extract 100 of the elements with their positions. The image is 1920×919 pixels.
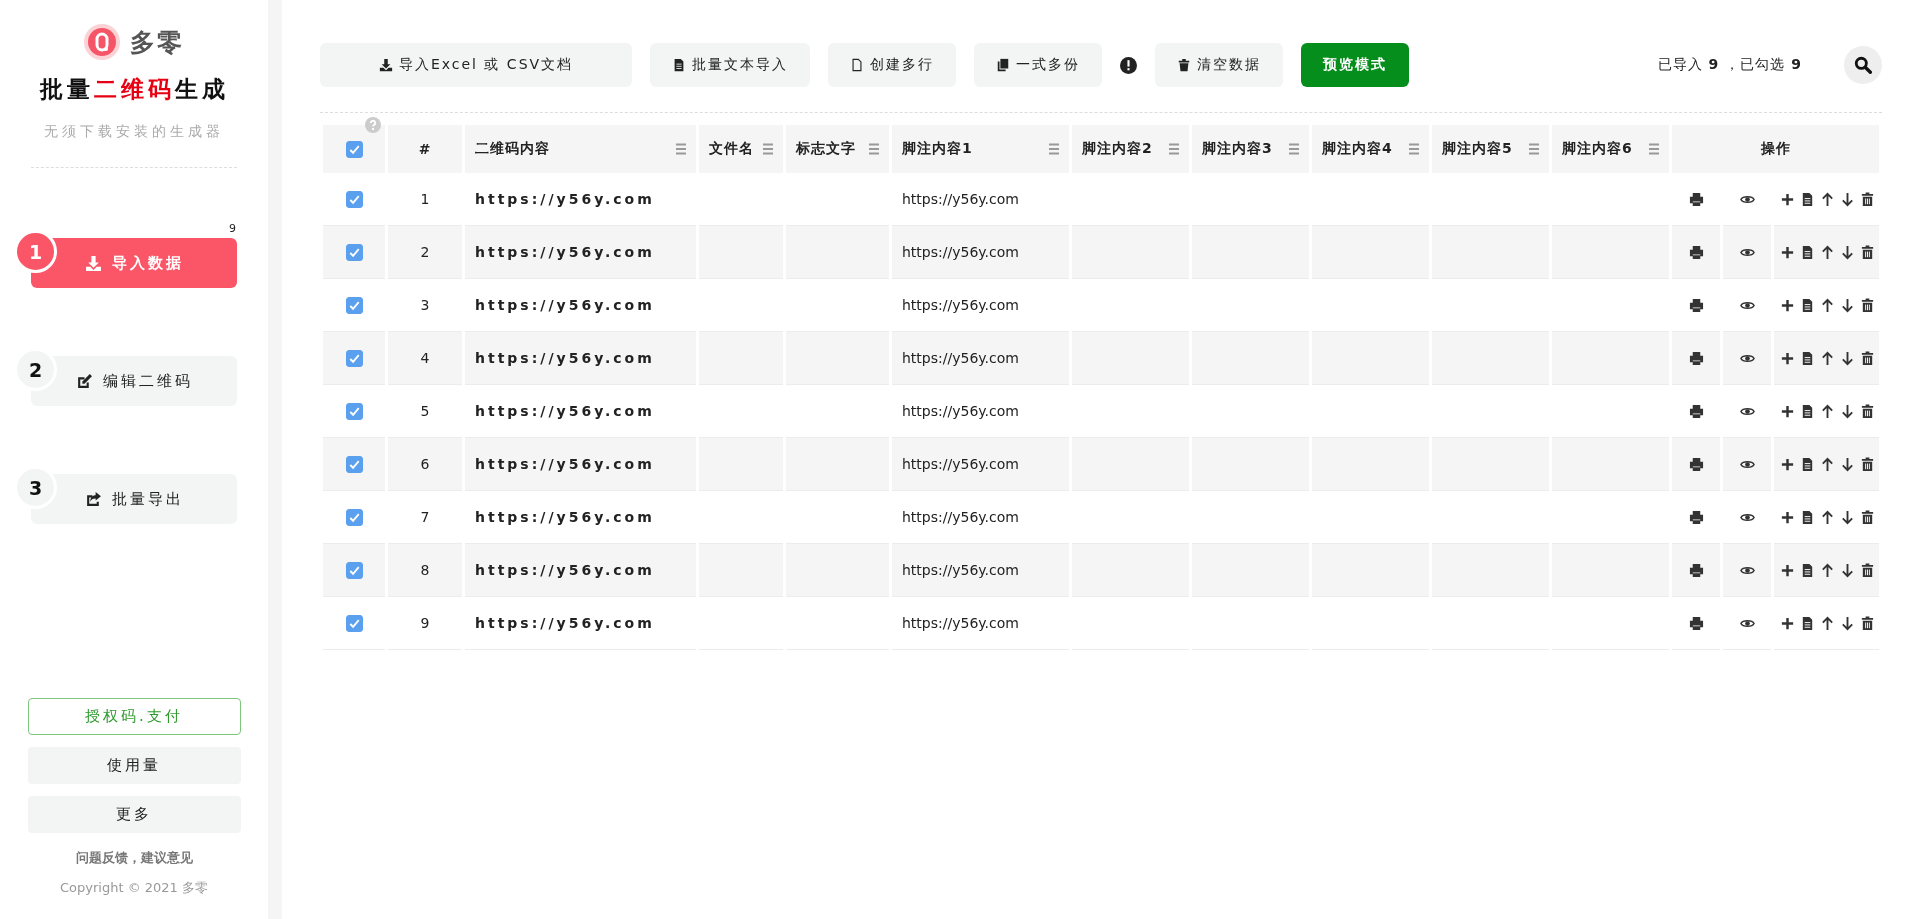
add-icon[interactable] <box>1780 298 1795 314</box>
alert-icon[interactable] <box>1120 56 1137 74</box>
menu-icon[interactable] <box>869 143 879 155</box>
print-icon[interactable] <box>1688 192 1704 208</box>
arrow-up-icon[interactable] <box>1820 563 1835 579</box>
trash-icon[interactable] <box>1860 457 1875 473</box>
arrow-up-icon[interactable] <box>1820 616 1835 632</box>
row-checkbox[interactable] <box>345 455 363 473</box>
row-checkbox[interactable] <box>345 243 363 261</box>
arrow-down-icon[interactable] <box>1840 457 1855 473</box>
preview-button[interactable]: 预览模式 <box>1301 43 1409 87</box>
row-checkbox[interactable] <box>345 508 363 526</box>
add-icon[interactable] <box>1780 404 1795 420</box>
add-icon[interactable] <box>1780 457 1795 473</box>
license-button[interactable]: 授权码.支付 <box>27 698 241 735</box>
arrow-up-icon[interactable] <box>1820 457 1835 473</box>
imported-count: 9 <box>1708 56 1720 74</box>
toolbar-button[interactable]: 导入Excel 或 CSV文档 <box>320 43 632 87</box>
document-icon[interactable] <box>1800 510 1815 526</box>
add-icon[interactable] <box>1780 192 1795 208</box>
toolbar-button[interactable]: 创建多行 <box>828 43 956 87</box>
trash-icon[interactable] <box>1860 563 1875 579</box>
arrow-down-icon[interactable] <box>1840 245 1855 261</box>
row-checkbox[interactable] <box>345 190 363 208</box>
print-icon[interactable] <box>1688 404 1704 420</box>
add-icon[interactable] <box>1780 563 1795 579</box>
toolbar-button[interactable]: 清空数据 <box>1155 43 1283 87</box>
usage-button[interactable]: 使用量 <box>27 747 241 784</box>
arrow-down-icon[interactable] <box>1840 404 1855 420</box>
print-icon[interactable] <box>1688 563 1704 579</box>
file-icon <box>850 58 864 72</box>
document-icon[interactable] <box>1800 404 1815 420</box>
row-checkbox[interactable] <box>345 561 363 579</box>
menu-icon[interactable] <box>676 143 686 155</box>
print-icon[interactable] <box>1688 298 1704 314</box>
menu-icon[interactable] <box>763 143 773 155</box>
document-icon[interactable] <box>1800 298 1815 314</box>
document-icon <box>672 58 686 72</box>
arrow-up-icon[interactable] <box>1820 510 1835 526</box>
app-title: 批量二维码生成 <box>39 75 229 104</box>
add-icon[interactable] <box>1780 351 1795 367</box>
trash-icon[interactable] <box>1860 616 1875 632</box>
qr-content-cell: https://y56y.com <box>475 350 655 366</box>
arrow-up-icon[interactable] <box>1820 404 1835 420</box>
add-icon[interactable] <box>1780 510 1795 526</box>
more-button[interactable]: 更多 <box>27 796 241 833</box>
search-button[interactable] <box>1844 46 1882 84</box>
document-icon[interactable] <box>1800 351 1815 367</box>
menu-icon[interactable] <box>1049 143 1059 155</box>
print-icon[interactable] <box>1688 616 1704 632</box>
select-all-checkbox[interactable] <box>345 140 363 158</box>
row-number: 2 <box>420 244 430 260</box>
toolbar-button[interactable]: 批量文本导入 <box>650 43 810 87</box>
print-icon[interactable] <box>1688 351 1704 367</box>
arrow-up-icon[interactable] <box>1820 245 1835 261</box>
trash-icon[interactable] <box>1860 351 1875 367</box>
row-checkbox[interactable] <box>345 296 363 314</box>
trash-icon[interactable] <box>1860 510 1875 526</box>
arrow-down-icon[interactable] <box>1840 563 1855 579</box>
document-icon[interactable] <box>1800 192 1815 208</box>
column-header: 脚注内容6 <box>1562 140 1633 158</box>
arrow-down-icon[interactable] <box>1840 298 1855 314</box>
arrow-up-icon[interactable] <box>1820 351 1835 367</box>
menu-icon[interactable] <box>1529 143 1539 155</box>
footnote-cell: https://y56y.com <box>902 509 1019 525</box>
print-icon[interactable] <box>1688 245 1704 261</box>
row-checkbox[interactable] <box>345 349 363 367</box>
arrow-down-icon[interactable] <box>1840 510 1855 526</box>
arrow-down-icon[interactable] <box>1840 351 1855 367</box>
add-icon[interactable] <box>1780 245 1795 261</box>
toolbar-button[interactable]: 一式多份 <box>974 43 1102 87</box>
checked-count: 9 <box>1791 56 1802 74</box>
row-number: 5 <box>420 403 430 419</box>
print-icon[interactable] <box>1688 457 1704 473</box>
document-icon[interactable] <box>1800 563 1815 579</box>
arrow-down-icon[interactable] <box>1840 192 1855 208</box>
menu-icon[interactable] <box>1289 143 1299 155</box>
print-icon[interactable] <box>1688 510 1704 526</box>
document-icon[interactable] <box>1800 457 1815 473</box>
row-checkbox[interactable] <box>345 614 363 632</box>
arrow-up-icon[interactable] <box>1820 298 1835 314</box>
menu-icon[interactable] <box>1649 143 1659 155</box>
add-icon[interactable] <box>1780 616 1795 632</box>
menu-icon[interactable] <box>1169 143 1179 155</box>
row-number: 7 <box>420 509 430 525</box>
feedback-link[interactable]: 问题反馈，建议意见 <box>75 849 193 867</box>
trash-icon[interactable] <box>1860 404 1875 420</box>
menu-icon[interactable] <box>1409 143 1419 155</box>
step-number: 1 <box>14 230 57 273</box>
footnote-cell: https://y56y.com <box>902 562 1019 578</box>
trash-icon[interactable] <box>1860 298 1875 314</box>
arrow-up-icon[interactable] <box>1820 192 1835 208</box>
document-icon[interactable] <box>1800 616 1815 632</box>
trash-icon[interactable] <box>1860 192 1875 208</box>
arrow-down-icon[interactable] <box>1840 616 1855 632</box>
qr-content-cell: https://y56y.com <box>475 191 655 207</box>
copyright-text: Copyright © 2021 多零 <box>60 879 208 897</box>
trash-icon[interactable] <box>1860 245 1875 261</box>
document-icon[interactable] <box>1800 245 1815 261</box>
row-checkbox[interactable] <box>345 402 363 420</box>
